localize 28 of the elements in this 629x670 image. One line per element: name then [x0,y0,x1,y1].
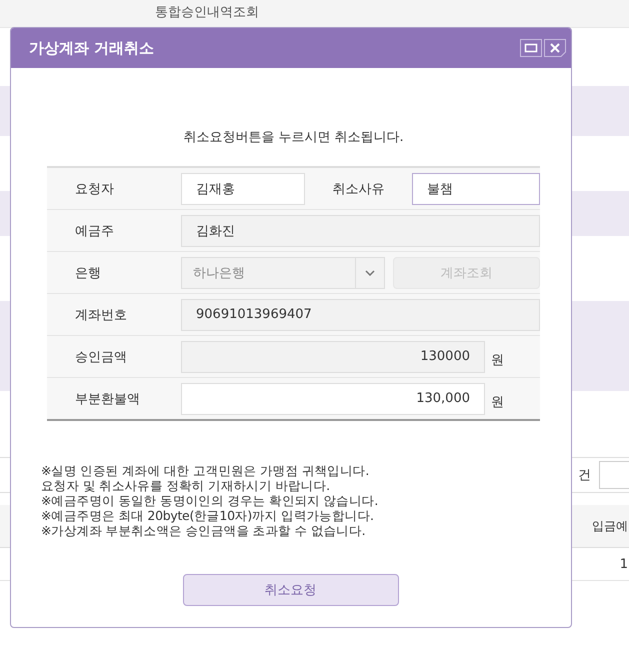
field-label: 부분환불액 [47,378,174,419]
tab-label[interactable]: 통합승인내역조회 [155,0,259,21]
input-field[interactable]: 김재홍 [181,172,305,204]
maximize-icon[interactable] [520,39,542,57]
instruction-text: 취소요청버튼을 누르시면 취소됩니다. [182,129,405,146]
notice-text: ※예금주명은 최대 20byte(한글10자)까지 입력가능합니다. [41,508,375,523]
field-label: 은행 [47,252,174,293]
table-cell: 1 [620,556,628,572]
close-icon[interactable] [544,39,566,57]
field-label: 승인금액 [47,336,174,377]
currency-unit: 원 [491,352,504,368]
notice-text: 요청자 및 취소사유를 정확히 기재하시기 바랍니다. [41,478,331,493]
notice-text: ※예금주명이 동일한 동명이인의 경우는 확인되지 않습니다. [41,493,380,508]
notice-text: ※가상계좌 부분취소액은 승인금액을 초과할 수 없습니다. [41,523,366,538]
field-label: 취소사유 [332,180,386,198]
amount-field[interactable]: 130,000 [181,382,485,414]
currency-unit: 원 [491,394,504,410]
cancel-request-button[interactable]: 취소요청 [182,574,398,606]
notice-text: ※실명 인증된 계좌에 대한 고객민원은 가맹점 귀책입니다. [41,463,370,478]
field-label: 예금주 [47,210,174,251]
unit-label: 건 [578,467,591,484]
dialog-title: 가상계좌 거래취소 [29,38,154,58]
input-field[interactable]: 불챔 [412,172,540,204]
chevron-down-icon [365,270,375,276]
count-field[interactable] [599,461,629,489]
field-label: 계좌번호 [47,294,174,335]
field-label: 요청자 [47,168,174,209]
column-header: 입금예 [592,518,628,534]
